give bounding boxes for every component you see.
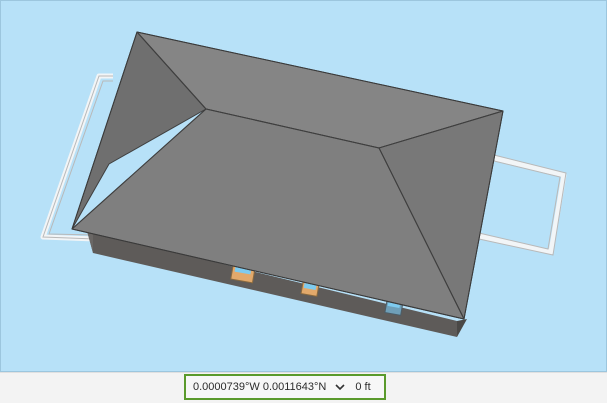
coordinates-text: 0.0000739°W 0.0011643°N <box>193 381 327 393</box>
elevation-text: 0 ft <box>355 381 371 393</box>
coordinate-readout: 0.0000739°W 0.0011643°N 0 ft <box>184 374 386 400</box>
building-scene <box>40 31 567 337</box>
status-bar: 0.0000739°W 0.0011643°N 0 ft <box>0 372 607 403</box>
roof <box>71 31 504 320</box>
map-3d-view[interactable] <box>0 0 607 372</box>
chevron-down-icon[interactable] <box>335 383 345 391</box>
